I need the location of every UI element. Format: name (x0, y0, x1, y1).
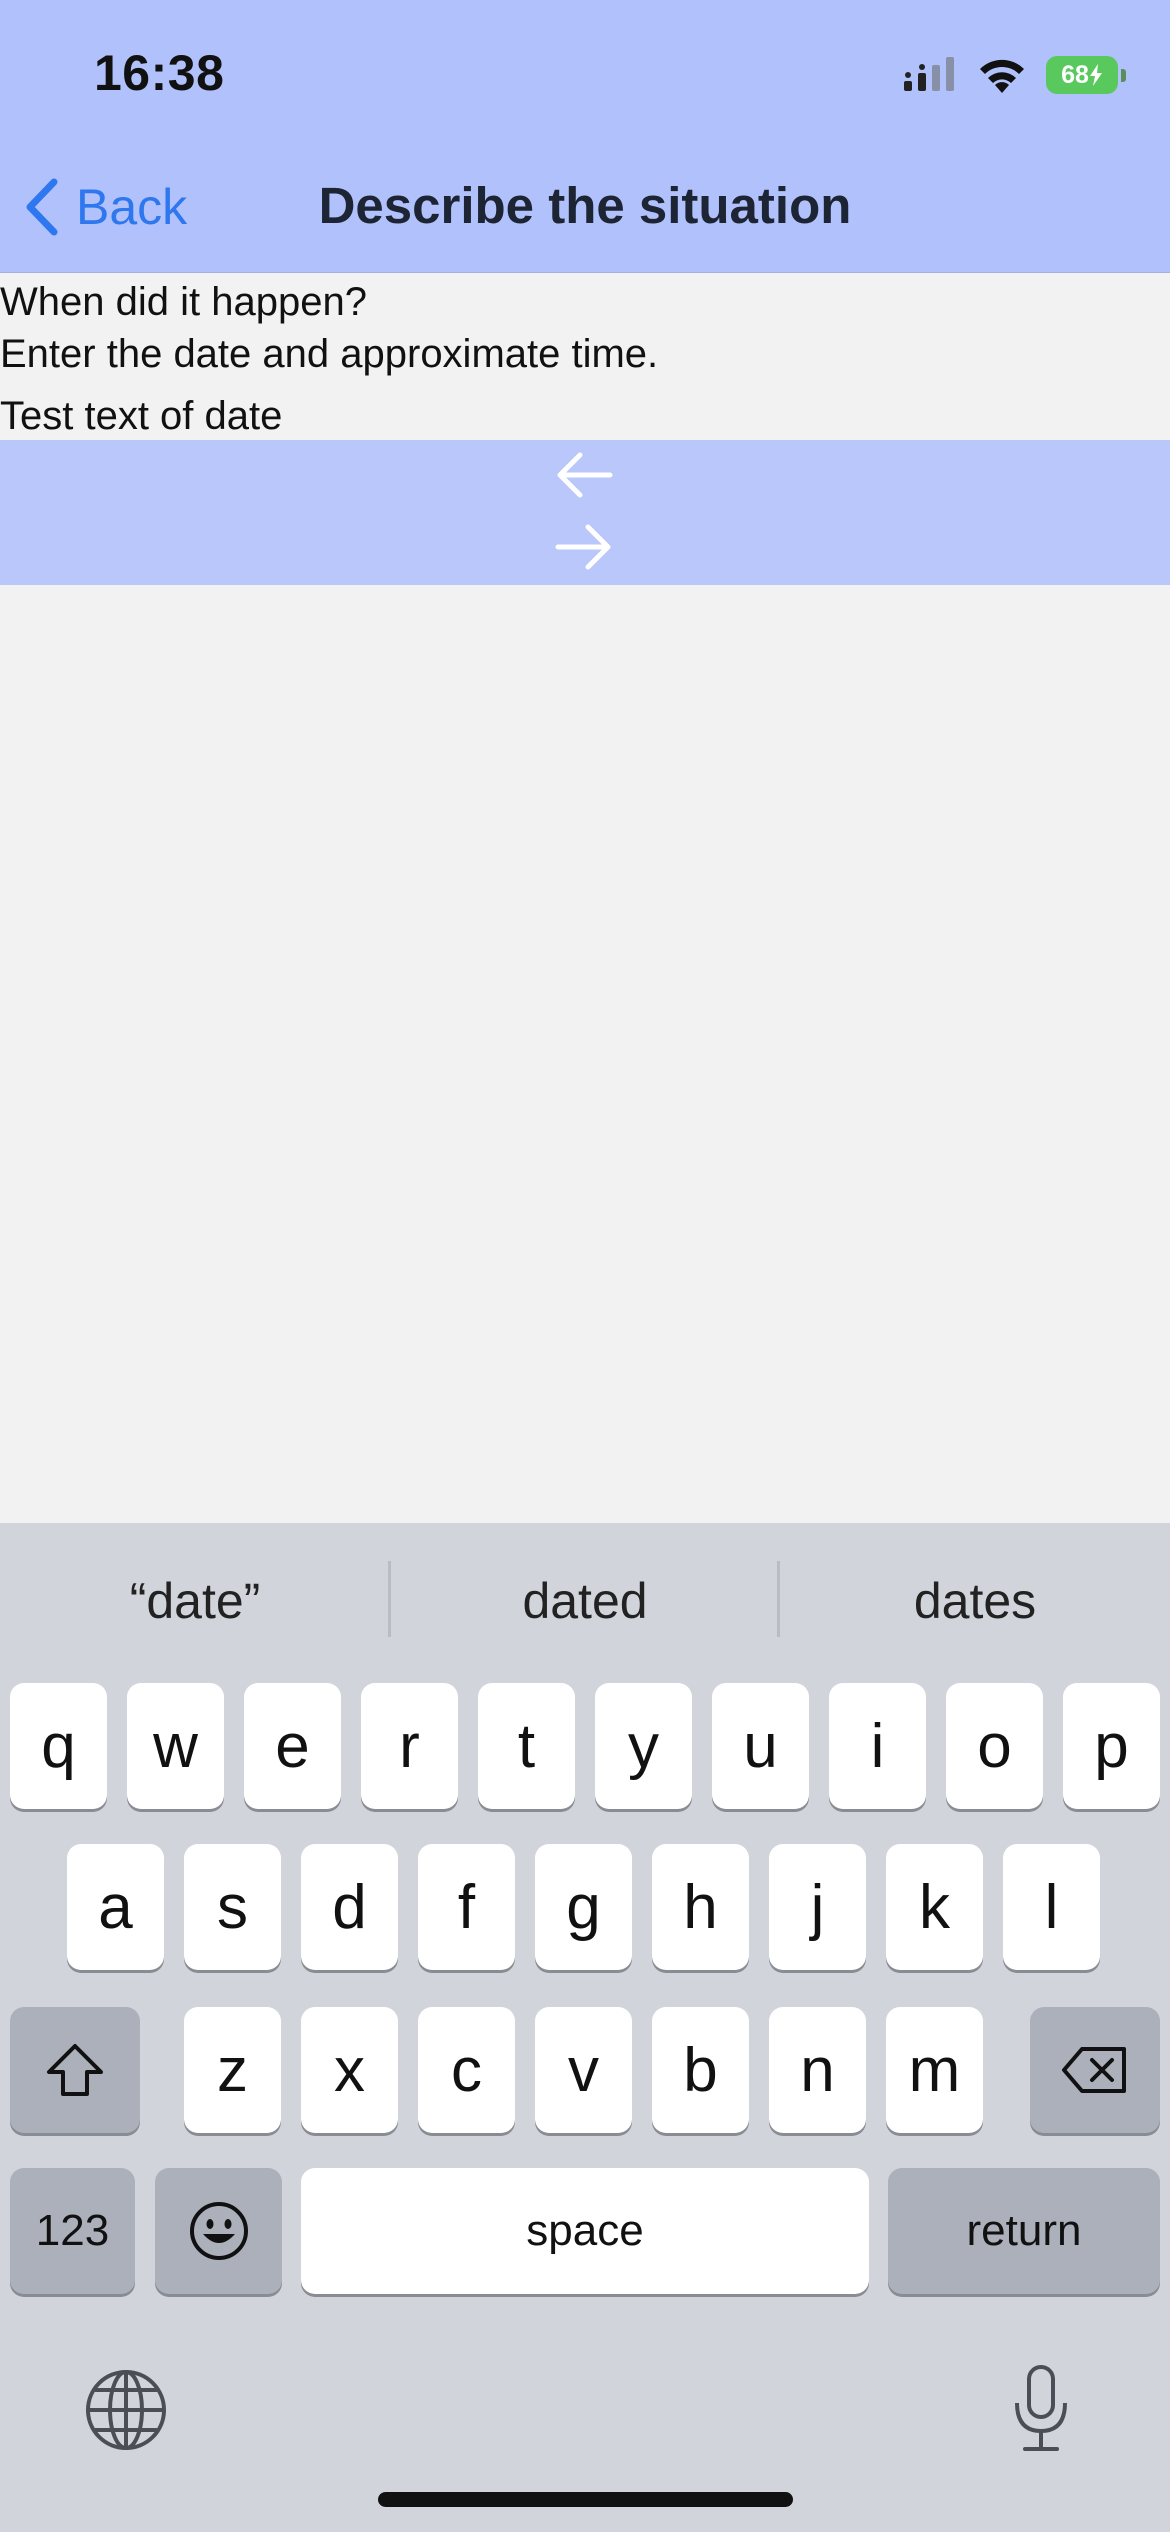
key-k[interactable]: k (886, 1844, 983, 1970)
suggestion-2[interactable]: dated (390, 1523, 780, 1678)
key-p[interactable]: p (1063, 1683, 1160, 1809)
shift-key[interactable] (10, 2007, 140, 2133)
key-y[interactable]: y (595, 1683, 692, 1809)
header: 16:38 68 Back Describe the situation (0, 0, 1170, 273)
key-d[interactable]: d (301, 1844, 398, 1970)
page-title: Describe the situation (318, 177, 852, 234)
battery-icon: 68 (1046, 56, 1126, 94)
space-key[interactable]: space (301, 2168, 869, 2294)
key-z[interactable]: z (184, 2007, 281, 2133)
question-text: When did it happen? Enter the date and a… (0, 276, 1170, 380)
emoji-icon (189, 2202, 248, 2260)
shift-icon (47, 2044, 103, 2096)
key-i[interactable]: i (829, 1683, 926, 1809)
charging-bolt-icon (1089, 64, 1102, 86)
keyboard: “date” dated dates q w e r t y u i o p a… (0, 1523, 1170, 2532)
answer-input[interactable]: Test text of date (0, 390, 1170, 442)
home-indicator[interactable] (378, 2492, 793, 2507)
suggestion-1[interactable]: “date” (0, 1523, 390, 1678)
screen: 16:38 68 Back Describe the situation Whe… (0, 0, 1170, 2532)
key-f[interactable]: f (418, 1844, 515, 1970)
arrow-right-icon[interactable] (552, 522, 616, 572)
key-w[interactable]: w (127, 1683, 224, 1809)
key-b[interactable]: b (652, 2007, 749, 2133)
key-r[interactable]: r (361, 1683, 458, 1809)
suggestion-bar: “date” dated dates (0, 1523, 1170, 1678)
globe-icon[interactable] (84, 2368, 168, 2452)
wifi-icon (980, 59, 1024, 93)
key-l[interactable]: l (1003, 1844, 1100, 1970)
backspace-icon (1062, 2047, 1126, 2093)
arrow-left-icon[interactable] (552, 450, 616, 500)
emoji-key[interactable] (155, 2168, 282, 2294)
key-m[interactable]: m (886, 2007, 983, 2133)
key-q[interactable]: q (10, 1683, 107, 1809)
key-h[interactable]: h (652, 1844, 749, 1970)
status-icons: 68 (902, 52, 1126, 98)
key-u[interactable]: u (712, 1683, 809, 1809)
key-v[interactable]: v (535, 2007, 632, 2133)
battery-level: 68 (1061, 60, 1089, 89)
key-g[interactable]: g (535, 1844, 632, 1970)
backspace-key[interactable] (1030, 2007, 1160, 2133)
key-x[interactable]: x (301, 2007, 398, 2133)
suggestion-3[interactable]: dates (780, 1523, 1170, 1678)
key-j[interactable]: j (769, 1844, 866, 1970)
key-n[interactable]: n (769, 2007, 866, 2133)
key-e[interactable]: e (244, 1683, 341, 1809)
microphone-icon[interactable] (1009, 2363, 1073, 2455)
key-c[interactable]: c (418, 2007, 515, 2133)
key-t[interactable]: t (478, 1683, 575, 1809)
key-a[interactable]: a (67, 1844, 164, 1970)
signal-icon (904, 57, 954, 91)
numbers-key[interactable]: 123 (10, 2168, 135, 2294)
key-o[interactable]: o (946, 1683, 1043, 1809)
return-key[interactable]: return (888, 2168, 1160, 2294)
question-line-2: Enter the date and approximate time. (0, 332, 659, 376)
status-time: 16:38 (94, 45, 225, 101)
key-s[interactable]: s (184, 1844, 281, 1970)
question-line-1: When did it happen? (0, 280, 367, 324)
